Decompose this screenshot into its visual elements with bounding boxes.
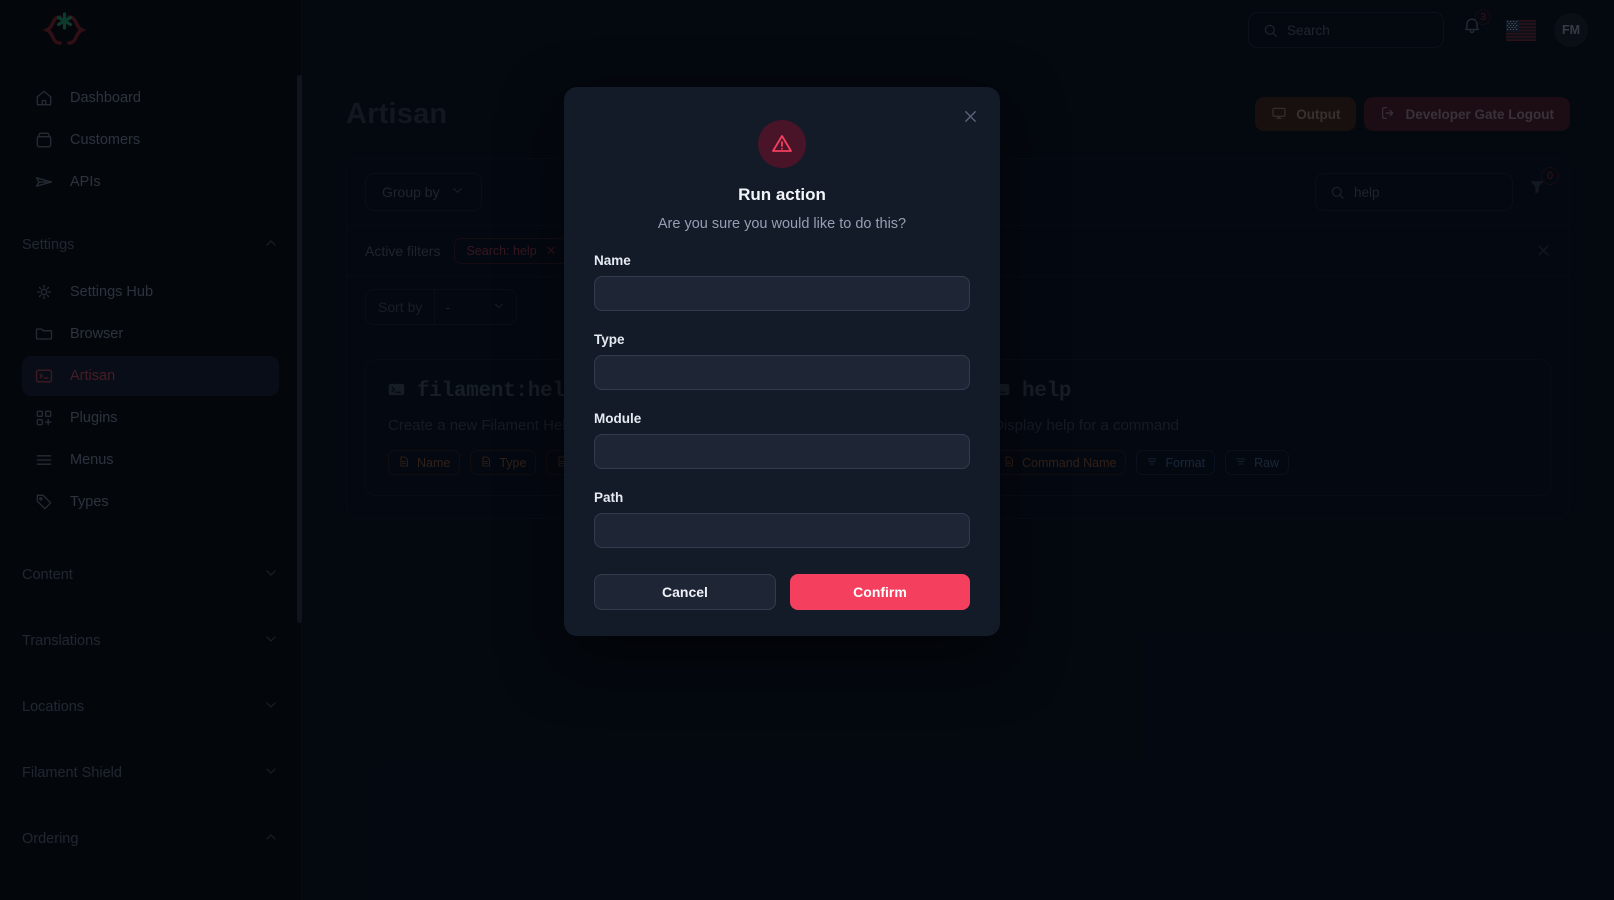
field-label: Module: [594, 411, 642, 426]
field-label: Path: [594, 490, 624, 505]
path-input[interactable]: [594, 513, 970, 548]
modal-title: Run action: [738, 185, 826, 204]
warning-triangle-icon: [758, 120, 806, 168]
name-input[interactable]: [594, 276, 970, 311]
type-input[interactable]: [594, 355, 970, 390]
field-label: Type: [594, 332, 625, 347]
app-root: Dashboard Customers APIs Settings: [0, 0, 1614, 900]
field-type: Type: [594, 332, 970, 390]
modal-actions: Cancel Confirm: [594, 574, 970, 610]
module-input[interactable]: [594, 434, 970, 469]
close-icon[interactable]: [961, 107, 980, 131]
field-label: Name: [594, 253, 631, 268]
field-path: Path: [594, 490, 970, 548]
run-action-modal: Run action Are you sure you would like t…: [564, 87, 1000, 636]
field-name: Name: [594, 253, 970, 311]
cancel-button[interactable]: Cancel: [594, 574, 776, 610]
modal-subtitle: Are you sure you would like to do this?: [657, 216, 907, 232]
confirm-button[interactable]: Confirm: [790, 574, 970, 610]
field-module: Module: [594, 411, 970, 469]
